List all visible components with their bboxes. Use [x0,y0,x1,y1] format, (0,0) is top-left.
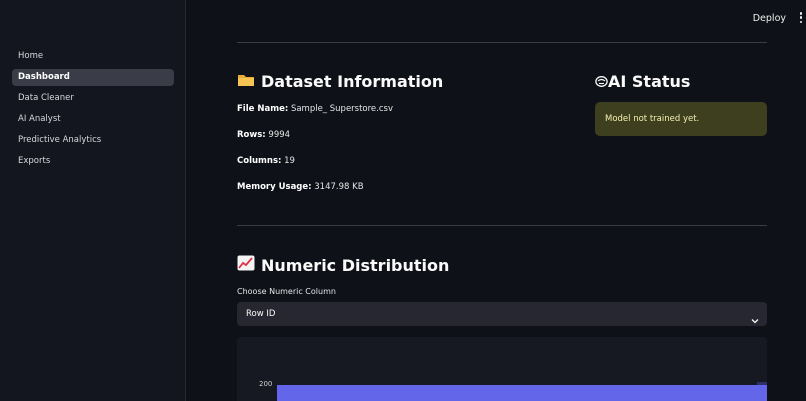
ai-status-title: AI Status [608,72,691,91]
columns-value: 19 [284,156,295,166]
more-options-icon[interactable] [799,12,803,26]
sidebar-item-home[interactable]: Home [12,48,174,65]
y-axis-tick: 200 [259,380,273,388]
dataset-info-title: Dataset Information [261,72,444,91]
columns-label: Columns: [237,156,282,166]
rows-value: 9994 [268,130,291,140]
file-name-label: File Name: [237,104,289,114]
memory-row: Memory Usage: 3147.98 KB [237,182,364,192]
dataset-info-heading: Dataset Information [237,72,443,91]
brain-icon [595,73,608,92]
folder-icon [237,72,255,91]
chart-increasing-icon [237,255,255,275]
histogram-bar [757,382,767,385]
numeric-column-selected: Row ID [246,309,276,319]
columns-row: Columns: 19 [237,156,295,166]
main-content: Dataset Information File Name: Sample_ S… [237,0,767,401]
file-name-row: File Name: Sample_ Superstore.csv [237,104,393,114]
histogram-bar [277,385,767,401]
memory-value: 3147.98 KB [314,182,364,192]
app-root: Home Dashboard Data Cleaner AI Analyst P… [0,0,806,401]
rows-label: Rows: [237,130,266,140]
sidebar-item-exports[interactable]: Exports [12,153,174,170]
numeric-distribution-title: Numeric Distribution [261,256,450,275]
memory-label: Memory Usage: [237,182,312,192]
distribution-chart: 200 [237,337,767,401]
numeric-column-label: Choose Numeric Column [237,287,336,296]
divider [237,42,767,43]
sidebar-item-dashboard[interactable]: Dashboard [12,69,174,86]
sidebar-item-ai-analyst[interactable]: AI Analyst [12,111,174,128]
divider [237,225,767,226]
numeric-column-select[interactable]: Row ID [237,302,767,326]
sidebar-item-predictive-analytics[interactable]: Predictive Analytics [12,132,174,149]
rows-row: Rows: 9994 [237,130,290,140]
sidebar-item-data-cleaner[interactable]: Data Cleaner [12,90,174,107]
sidebar-nav: Home Dashboard Data Cleaner AI Analyst P… [12,48,174,174]
file-name-value: Sample_ Superstore.csv [290,104,393,114]
ai-status-alert: Model not trained yet. [595,102,767,136]
numeric-distribution-heading: Numeric Distribution [237,255,449,275]
chevron-down-icon [751,310,759,324]
ai-status-heading: AI Status [595,72,690,92]
sidebar: Home Dashboard Data Cleaner AI Analyst P… [0,0,186,401]
